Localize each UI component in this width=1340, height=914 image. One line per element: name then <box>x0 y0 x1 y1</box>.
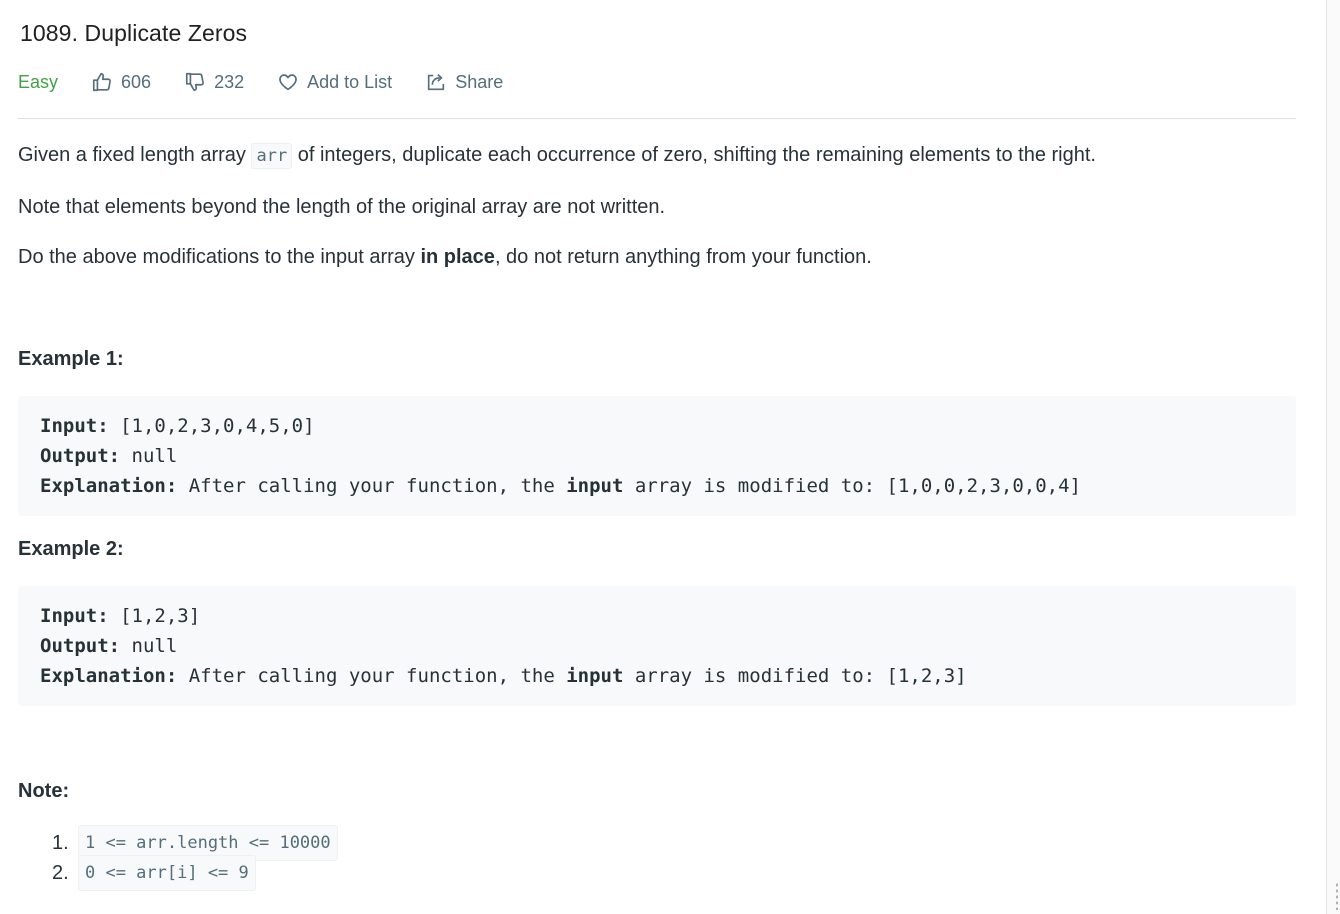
problem-title: 1089. Duplicate Zeros <box>20 20 248 46</box>
like-count: 606 <box>121 71 152 92</box>
explanation-bold: input <box>566 475 624 497</box>
description-paragraph-2: Note that elements beyond the length of … <box>18 196 666 218</box>
input-label: Input: <box>40 415 109 437</box>
thumbs-down-icon <box>186 72 204 92</box>
description-text: of integers, duplicate each occurrence o… <box>292 144 1096 166</box>
input-label: Input: <box>40 605 109 627</box>
bold-in-place: in place <box>420 246 495 268</box>
explanation-text: After calling your function, the <box>177 475 567 497</box>
example-2-heading: Example 2: <box>18 538 124 560</box>
share-icon <box>428 74 445 91</box>
share-label: Share <box>455 71 504 92</box>
output-label: Output: <box>40 635 121 657</box>
problem-description-panel: 1089. Duplicate Zeros Easy 606 232 Add t… <box>0 0 1326 914</box>
list-item: 1. 1 <= arr.length <= 10000 <box>52 825 338 861</box>
constraints-list: 1. 1 <= arr.length <= 10000 2. 0 <= arr[… <box>52 825 338 891</box>
output-label: Output: <box>40 445 121 467</box>
vertical-scrollbar[interactable] <box>1326 0 1340 914</box>
output-value: null <box>120 445 178 467</box>
share-button[interactable]: Share <box>425 71 503 93</box>
example-1-code-block: Input: [1,0,2,3,0,4,5,0] Output: null Ex… <box>18 396 1296 516</box>
add-to-list-label: Add to List <box>307 71 393 92</box>
list-number: 2. <box>52 862 69 884</box>
input-value: [1,2,3] <box>108 605 201 627</box>
heart-icon <box>279 74 297 91</box>
resize-grip-icon[interactable] <box>1335 882 1339 910</box>
explanation-label: Explanation: <box>40 665 178 687</box>
like-button[interactable]: 606 <box>91 71 151 93</box>
constraint-code: 0 <= arr[i] <= 9 <box>78 855 256 891</box>
explanation-text: After calling your function, the <box>177 665 567 687</box>
note-heading: Note: <box>18 780 70 802</box>
example-2-code-block: Input: [1,2,3] Output: null Explanation:… <box>18 586 1296 706</box>
explanation-bold: input <box>566 665 624 687</box>
problem-meta-bar: Easy 606 232 Add to List Share <box>18 68 536 96</box>
header-divider <box>18 118 1296 119</box>
description-paragraph-1: Given a fixed length array arr of intege… <box>18 141 1096 170</box>
thumbs-up-icon <box>92 72 111 92</box>
dislike-button[interactable]: 232 <box>184 71 244 93</box>
explanation-label: Explanation: <box>40 475 178 497</box>
add-to-list-button[interactable]: Add to List <box>277 71 392 93</box>
description-paragraph-3: Do the above modifications to the input … <box>18 243 872 271</box>
input-value: [1,0,2,3,0,4,5,0] <box>108 415 315 437</box>
output-value: null <box>120 635 178 657</box>
description-text: Given a fixed length array <box>18 144 252 166</box>
inline-code-arr: arr <box>251 143 293 169</box>
list-number: 1. <box>52 832 69 854</box>
explanation-text: array is modified to: [1,2,3] <box>623 665 967 687</box>
description-text: , do not return anything from your funct… <box>494 246 872 268</box>
difficulty-label: Easy <box>18 71 59 92</box>
explanation-text: array is modified to: [1,0,0,2,3,0,0,4] <box>623 475 1081 497</box>
dislike-count: 232 <box>214 71 245 92</box>
description-text: Do the above modifications to the input … <box>18 246 421 268</box>
example-1-heading: Example 1: <box>18 348 124 370</box>
list-item: 2. 0 <= arr[i] <= 9 <box>52 855 338 891</box>
